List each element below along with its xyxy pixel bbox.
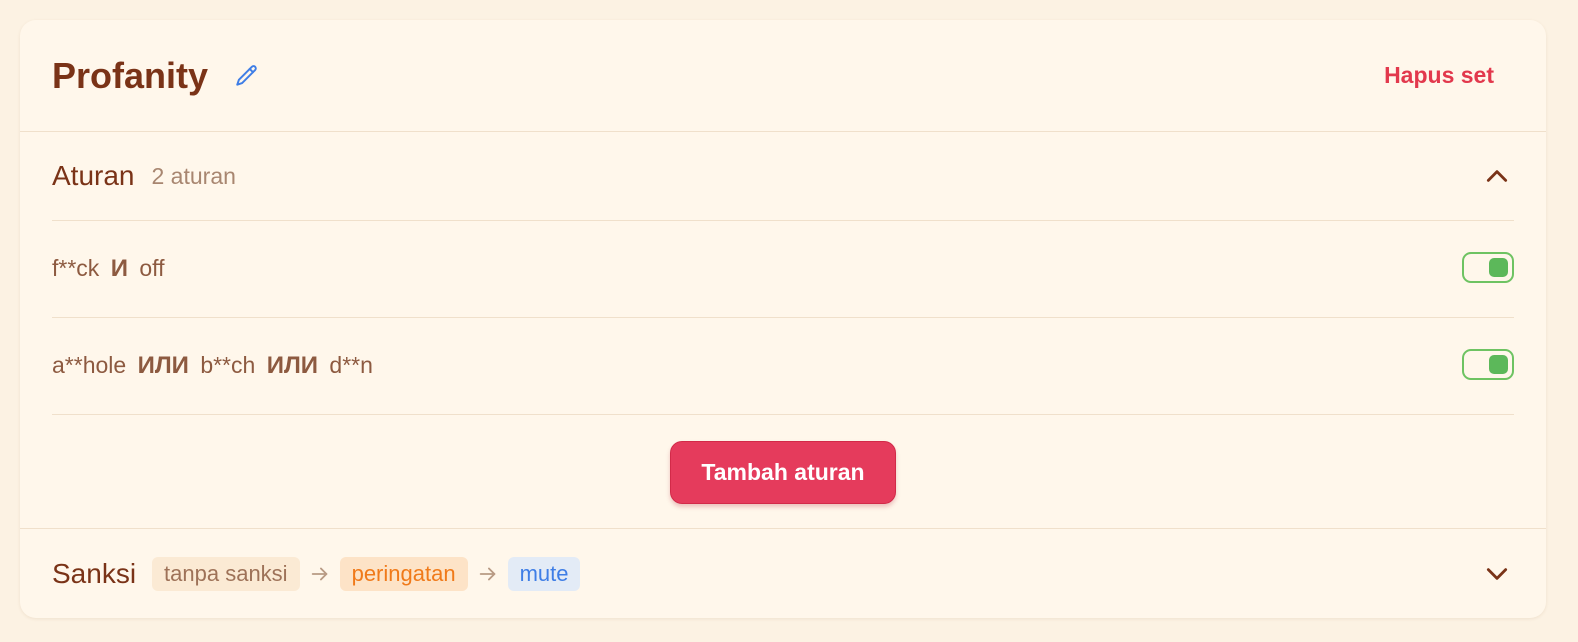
rule-term: d**n — [329, 352, 373, 378]
arrow-right-icon — [477, 563, 499, 585]
sanctions-section-label: Sanksi — [52, 557, 137, 589]
toggle-knob — [1489, 257, 1508, 277]
sanction-step-mute: mute — [507, 556, 581, 591]
rule-row: f**ck И off — [52, 221, 1514, 318]
rules-section: Aturan 2 aturan f**ck И off a**hole ИЛИ … — [20, 132, 1546, 529]
chevron-down-icon[interactable] — [1484, 561, 1510, 587]
rule-operator: ИЛИ — [266, 352, 319, 379]
arrow-right-icon — [309, 563, 331, 585]
sanction-step-warning: peringatan — [339, 556, 468, 591]
sanction-step-none: tanpa sanksi — [152, 556, 300, 591]
rules-section-header[interactable]: Aturan 2 aturan — [52, 132, 1514, 221]
chevron-up-icon[interactable] — [1484, 163, 1510, 189]
add-rule-area: Tambah aturan — [52, 415, 1514, 525]
rule-enabled-toggle[interactable] — [1462, 348, 1514, 380]
rule-term: a**hole — [52, 352, 127, 378]
rule-term: f**ck — [52, 255, 100, 281]
toggle-knob — [1489, 354, 1508, 374]
sanctions-section-header[interactable]: Sanksi tanpa sanksi peringatan mute — [20, 529, 1546, 618]
rule-expression: a**hole ИЛИ b**ch ИЛИ d**n — [52, 352, 373, 380]
rules-count: 2 aturan — [151, 162, 236, 189]
card-header: Profanity Hapus set — [20, 20, 1546, 132]
rule-operator: И — [110, 255, 128, 282]
rule-enabled-toggle[interactable] — [1462, 251, 1514, 283]
add-rule-button[interactable]: Tambah aturan — [670, 440, 896, 504]
rules-section-label: Aturan — [52, 160, 135, 191]
pencil-icon[interactable] — [234, 63, 260, 89]
set-title: Profanity — [52, 54, 209, 96]
rule-term: b**ch — [200, 352, 256, 378]
rule-expression: f**ck И off — [52, 255, 164, 283]
delete-set-button[interactable]: Hapus set — [1384, 62, 1494, 89]
rule-operator: ИЛИ — [137, 352, 189, 379]
rule-term: off — [139, 255, 165, 281]
rule-row: a**hole ИЛИ b**ch ИЛИ d**n — [52, 318, 1514, 415]
rule-set-card: Profanity Hapus set Aturan 2 aturan f**c… — [20, 20, 1546, 618]
